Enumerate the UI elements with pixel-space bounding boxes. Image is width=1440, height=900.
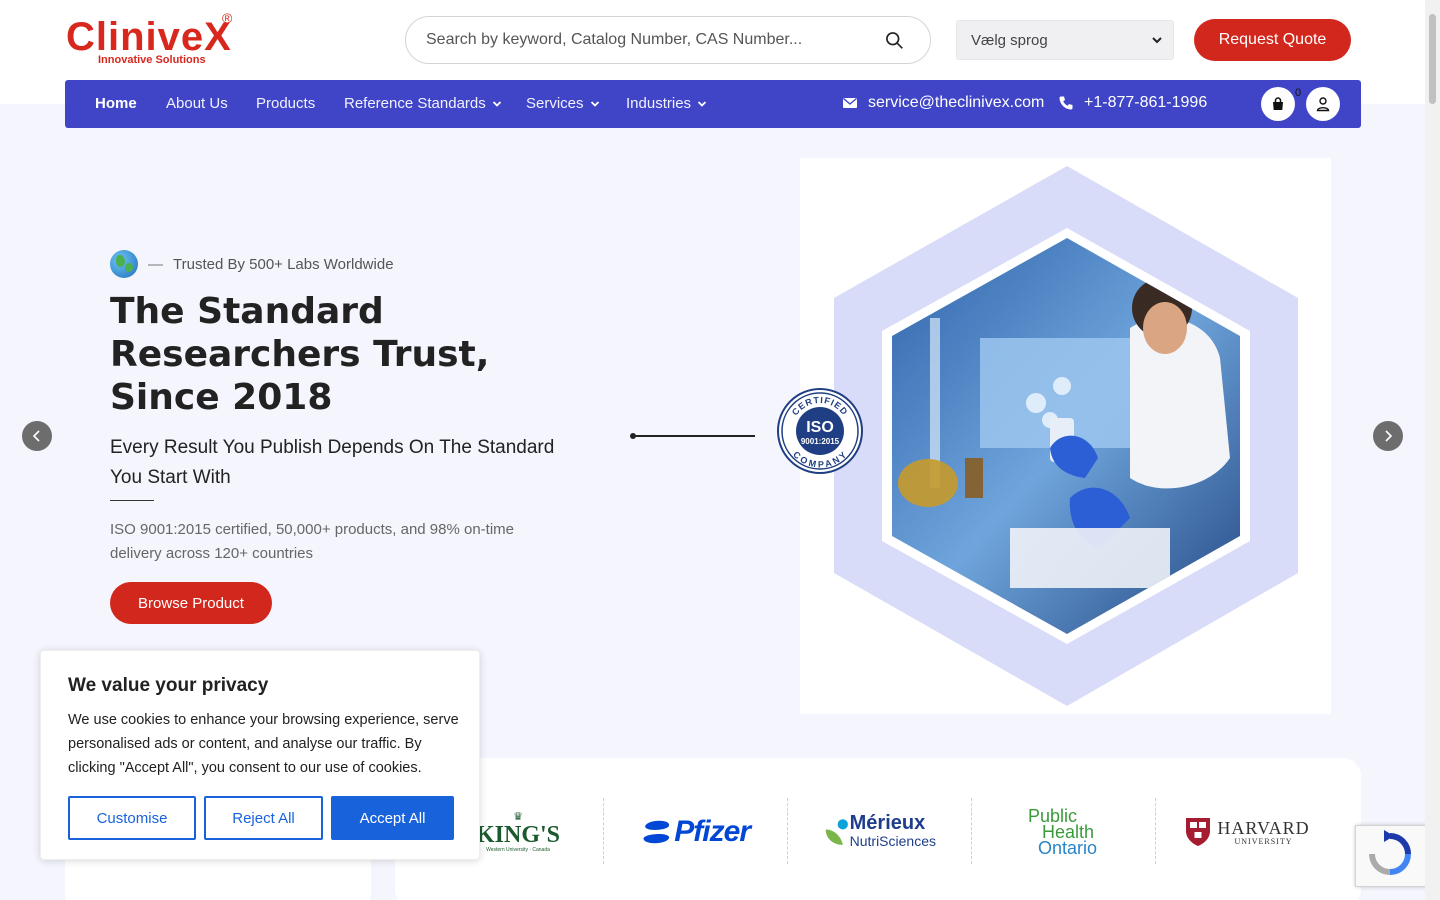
hero-subtitle: Every Result You Publish Depends On The …	[110, 437, 555, 488]
logo-divider	[603, 798, 604, 864]
language-selected-value: Vælg sprog	[971, 32, 1048, 49]
phone-number: +1-877-861-1996	[1084, 94, 1208, 111]
language-select[interactable]: Vælg sprog	[956, 20, 1174, 60]
search-icon[interactable]	[884, 30, 904, 50]
page-scrollbar[interactable]	[1425, 0, 1440, 900]
slider-next-button[interactable]	[1373, 421, 1403, 451]
search-input[interactable]	[426, 17, 866, 63]
shopping-bag-icon	[1273, 97, 1283, 110]
cart-button[interactable]	[1261, 87, 1295, 121]
merieux-wordmark: Mérieux	[849, 812, 926, 834]
logo-divider	[787, 798, 788, 864]
tagline-dash: —	[148, 255, 163, 273]
nav-item-industries[interactable]: Industries	[626, 95, 707, 112]
pho-line-3: Ontario	[1037, 838, 1098, 858]
logo-divider	[971, 798, 972, 864]
slider-prev-button[interactable]	[22, 421, 52, 451]
iso-certified-badge: CERTIFIED COMPANY ISO 9001:2015	[777, 388, 863, 474]
cookie-title: We value your privacy	[68, 675, 269, 696]
kings-subtext: Western University · Canada	[486, 846, 550, 853]
reject-all-button[interactable]: Reject All	[204, 796, 323, 840]
chevron-down-icon	[1152, 37, 1162, 44]
hero-description: ISO 9001:2015 certified, 50,000+ product…	[110, 521, 515, 562]
clinivex-logo[interactable]: CliniveX ® Innovative Solutions	[66, 10, 238, 70]
search-box	[405, 16, 931, 64]
nav-item-reference-standards[interactable]: Reference Standards	[344, 95, 502, 112]
chevron-down-icon	[590, 100, 599, 107]
logo-tagline: Innovative Solutions	[98, 54, 206, 66]
accept-all-button[interactable]: Accept All	[331, 796, 454, 840]
request-quote-button[interactable]: Request Quote	[1194, 19, 1351, 61]
pfizer-wordmark: Pfizer	[674, 815, 751, 848]
chevron-right-icon	[1385, 430, 1393, 442]
merieux-subtext: NutriSciences	[849, 833, 936, 849]
hero-title: The Standard Researchers Trust, Since 20…	[110, 291, 490, 418]
recaptcha-badge[interactable]	[1355, 825, 1427, 887]
nav-item-products[interactable]: Products	[256, 95, 315, 112]
public-health-ontario-logo: Public Health Ontario	[1015, 798, 1110, 866]
customise-button[interactable]: Customise	[68, 796, 196, 840]
merieux-leaf-icon	[825, 819, 848, 845]
nav-item-services[interactable]: Services	[526, 95, 600, 112]
harvard-subtext: UNIVERSITY	[1234, 836, 1293, 846]
recaptcha-icon	[1369, 830, 1411, 875]
merieux-logo: Mérieux NutriSciences	[824, 798, 936, 866]
cookie-consent-banner: We value your privacy We use cookies to …	[40, 650, 480, 860]
harvard-shield-icon	[1186, 818, 1211, 846]
user-icon	[1316, 97, 1330, 112]
nav-item-home[interactable]: Home	[95, 95, 137, 112]
badge-connector-line	[630, 433, 755, 439]
envelope-icon	[843, 97, 857, 108]
chevron-down-icon	[492, 100, 501, 107]
browse-product-button[interactable]: Browse Product	[110, 582, 272, 624]
chevron-down-icon	[697, 100, 707, 107]
kings-university-logo: ♛ KING'S Western University · Canada	[475, 798, 561, 866]
harvard-logo: HARVARD UNIVERSITY	[1185, 798, 1310, 866]
trusted-text: Trusted By 500+ Labs Worldwide	[173, 255, 394, 273]
globe-icon	[110, 250, 138, 278]
phone-icon	[1059, 96, 1073, 110]
scrollbar-thumb[interactable]	[1429, 14, 1436, 104]
hero-divider	[110, 500, 154, 501]
registered-mark: ®	[222, 10, 233, 26]
email-address: service@theclinivex.com	[868, 94, 1045, 111]
hero-lab-image	[800, 158, 1331, 714]
harvard-wordmark: HARVARD	[1217, 817, 1310, 838]
cart-count-badge: 0	[1295, 87, 1302, 99]
pfizer-pill-icon	[643, 820, 670, 844]
phone-link[interactable]: +1-877-861-1996	[1058, 94, 1207, 112]
main-nav: Home About Us Products Reference Standar…	[65, 80, 1361, 128]
kings-wordmark: KING'S	[475, 821, 561, 848]
cookie-text: We use cookies to enhance your browsing …	[68, 712, 459, 776]
pfizer-logo: Pfizer	[640, 798, 751, 866]
crown-icon: ♛	[513, 810, 523, 823]
nav-item-about-us[interactable]: About Us	[166, 95, 228, 112]
email-link[interactable]: service@theclinivex.com	[842, 94, 1044, 112]
badge-text-main: ISO	[806, 419, 834, 436]
badge-text-standard: 9001:2015	[801, 437, 840, 446]
chevron-left-icon	[32, 430, 40, 442]
account-button[interactable]	[1306, 87, 1340, 121]
logo-divider	[1155, 798, 1156, 864]
trusted-tagline: — Trusted By 500+ Labs Worldwide	[110, 250, 394, 278]
